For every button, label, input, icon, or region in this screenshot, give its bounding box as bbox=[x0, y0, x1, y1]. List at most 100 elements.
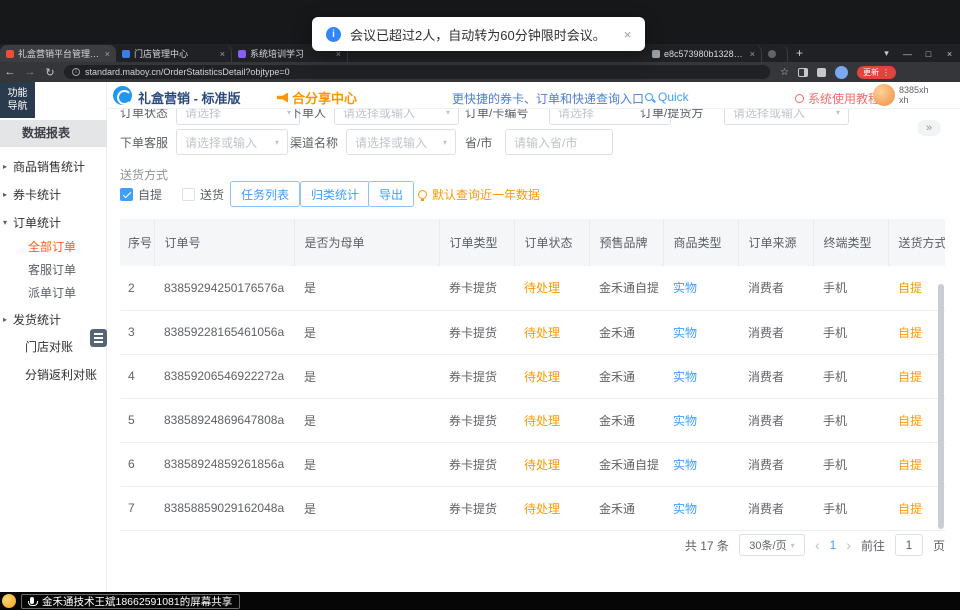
new-tab-button[interactable]: + bbox=[788, 45, 811, 62]
meeting-toast: i 会议已超过2人，自动转为60分钟限时会议。 × bbox=[312, 17, 645, 51]
sidebar-item-dispatch-orders[interactable]: 派单订单 bbox=[0, 282, 107, 305]
back-button[interactable]: ← bbox=[0, 66, 20, 78]
cell-goods-type-link[interactable]: 实物 bbox=[663, 486, 738, 530]
export-button[interactable]: 导出 bbox=[368, 181, 414, 207]
order-status-select[interactable]: 请选择 ▾ bbox=[176, 109, 300, 125]
page-size-select[interactable]: 30条/页 ▾ bbox=[739, 534, 805, 556]
sidebar-item-service-orders[interactable]: 客服订单 bbox=[0, 259, 107, 282]
cell-goods-type-link[interactable]: 实物 bbox=[663, 310, 738, 354]
next-page-button[interactable]: › bbox=[846, 537, 851, 553]
reload-button[interactable]: ↻ bbox=[40, 66, 60, 79]
table-row[interactable]: 2 83859294250176576a 是 券卡提货 待处理 金禾通自提 实物… bbox=[120, 266, 945, 310]
cell-index: 3 bbox=[120, 310, 154, 354]
tutorial-link[interactable]: 系统使用教程 bbox=[795, 90, 880, 107]
extensions-icon[interactable] bbox=[817, 68, 826, 77]
query-tip: 默认查询近一年数据 bbox=[418, 181, 540, 207]
quick-entry-text[interactable]: 更快捷的券卡、订单和快递查询入口 bbox=[452, 90, 644, 107]
cell-goods-type-link[interactable]: 实物 bbox=[663, 442, 738, 486]
sidebar-item-rebate-reconcile[interactable]: 分销返利对账 bbox=[0, 361, 107, 389]
table-row[interactable]: 6 83858924859261856a 是 券卡提货 待处理 金禾通自提 实物… bbox=[120, 442, 945, 486]
channel-name-select[interactable]: 请选择或输入 ▾ bbox=[346, 129, 456, 155]
sidebar-item-all-orders[interactable]: 全部订单 bbox=[0, 236, 107, 259]
prev-page-button[interactable]: ‹ bbox=[815, 537, 820, 553]
quick-search-link[interactable]: Quick bbox=[645, 90, 689, 104]
checkbox-label: 送货 bbox=[200, 186, 224, 203]
cell-brand: 金禾通 bbox=[589, 310, 663, 354]
cell-order-no: 83858859029162048a bbox=[154, 486, 294, 530]
cell-brand: 金禾通自提 bbox=[589, 266, 663, 310]
app-header: 礼盒营销 - 标准版 合分享中心 更快捷的券卡、订单和快递查询入口 Quick … bbox=[107, 82, 960, 109]
window-maximize-button[interactable]: □ bbox=[918, 49, 939, 59]
province-city-input[interactable]: 请输入省/市 bbox=[505, 129, 613, 155]
table-row[interactable]: 7 83858859029162048a 是 券卡提货 待处理 金禾通 实物 消… bbox=[120, 486, 945, 530]
cell-goods-type-link[interactable]: 实物 bbox=[663, 266, 738, 310]
table-row[interactable]: 5 83858924869647808a 是 券卡提货 待处理 金禾通 实物 消… bbox=[120, 398, 945, 442]
browser-update-button[interactable]: 更新 ⋮ bbox=[857, 66, 896, 79]
tab-search-chevron-icon[interactable]: ▾ bbox=[876, 48, 897, 59]
sidebar-item-product-sales[interactable]: ▸ 商品销售统计 bbox=[0, 152, 107, 180]
pickup-party-select[interactable]: 请选择或输入 ▾ bbox=[724, 109, 849, 125]
filter-label: 订单状态 bbox=[120, 109, 176, 121]
goto-page-input[interactable] bbox=[895, 534, 923, 556]
cell-goods-type-link[interactable]: 实物 bbox=[663, 398, 738, 442]
cell-terminal-type: 手机 bbox=[813, 486, 888, 530]
sidebar-item-card-stats[interactable]: ▸ 券卡统计 bbox=[0, 180, 107, 208]
column-header: 序号 bbox=[120, 219, 154, 266]
menu-label: 订单统计 bbox=[13, 214, 61, 231]
task-list-button[interactable]: 任务列表 bbox=[230, 181, 300, 207]
order-agent-select[interactable]: 请选择或输入 ▾ bbox=[176, 129, 288, 155]
side-panel-icon[interactable] bbox=[798, 68, 808, 77]
cell-order-status: 待处理 bbox=[514, 266, 589, 310]
browser-tab-mini[interactable] bbox=[762, 45, 788, 62]
category-stats-button[interactable]: 归类统计 bbox=[300, 181, 370, 207]
sidebar-item-order-stats[interactable]: ▾ 订单统计 bbox=[0, 208, 107, 236]
tab-close-icon[interactable]: × bbox=[220, 49, 225, 59]
window-minimize-button[interactable]: — bbox=[897, 49, 918, 59]
filter-order-agent: 下单客服 请选择或输入 ▾ bbox=[120, 129, 288, 155]
orders-table: 序号 订单号 是否为母单 订单类型 订单状态 预售品牌 商品类型 订单来源 终端… bbox=[120, 219, 945, 531]
browser-profile-avatar[interactable] bbox=[835, 66, 848, 79]
user-avatar[interactable] bbox=[873, 84, 895, 106]
filter-label: 订单/提货方 bbox=[640, 109, 724, 121]
meeting-app-avatar-icon[interactable] bbox=[2, 594, 16, 608]
goto-label: 前往 bbox=[861, 537, 885, 554]
filter-orderer: 下单人 请选择或输入 ▾ bbox=[290, 109, 459, 125]
browser-tab-store-center[interactable]: 门店管理中心 × bbox=[116, 45, 232, 62]
table-header-row: 序号 订单号 是否为母单 订单类型 订单状态 预售品牌 商品类型 订单来源 终端… bbox=[120, 219, 945, 266]
sidebar-collapse-handle[interactable] bbox=[90, 329, 107, 347]
cell-delivery-method: 自提 bbox=[888, 266, 945, 310]
page-info-icon[interactable]: i bbox=[72, 68, 80, 76]
cell-terminal-type: 手机 bbox=[813, 354, 888, 398]
table-scrollbar[interactable] bbox=[938, 284, 944, 529]
user-name[interactable]: 8385xh xh bbox=[899, 85, 929, 105]
pickup-checkbox[interactable]: 自提 bbox=[120, 181, 162, 207]
forward-button[interactable]: → bbox=[20, 66, 40, 78]
column-header: 订单状态 bbox=[514, 219, 589, 266]
cell-delivery-method: 自提 bbox=[888, 310, 945, 354]
cell-order-type: 券卡提货 bbox=[439, 442, 514, 486]
function-nav-tab[interactable]: 功能 导航 bbox=[0, 82, 35, 118]
cell-index: 7 bbox=[120, 486, 154, 530]
table-row[interactable]: 3 83859228165461056a 是 券卡提货 待处理 金禾通 实物 消… bbox=[120, 310, 945, 354]
select-placeholder: 请选择 bbox=[185, 109, 221, 121]
browser-tab-gift-admin[interactable]: 礼盒营销平台管理中心 × bbox=[0, 45, 116, 62]
delivery-checkbox[interactable]: 送货 bbox=[182, 181, 224, 207]
filter-label: 下单客服 bbox=[120, 134, 176, 151]
bookmark-star-icon[interactable]: ☆ bbox=[780, 67, 789, 78]
toast-close-icon[interactable]: × bbox=[624, 27, 632, 42]
main-content: 订单状态 请选择 ▾ 下单人 请选择或输入 ▾ 订单/卡编号 请选择 ▾ 订单/… bbox=[107, 109, 960, 592]
share-center-link[interactable]: 合分享中心 bbox=[277, 88, 357, 107]
tab-close-icon[interactable]: × bbox=[750, 49, 755, 59]
window-close-button[interactable]: × bbox=[939, 49, 960, 59]
cell-goods-type-link[interactable]: 实物 bbox=[663, 354, 738, 398]
orderer-select[interactable]: 请选择或输入 ▾ bbox=[334, 109, 459, 125]
table-row[interactable]: 4 83859206546922272a 是 券卡提货 待处理 金禾通 实物 消… bbox=[120, 354, 945, 398]
current-page[interactable]: 1 bbox=[830, 538, 837, 552]
cell-order-source: 消费者 bbox=[738, 354, 813, 398]
column-header: 送货方式 bbox=[888, 219, 945, 266]
filter-collapse-button[interactable]: » bbox=[917, 120, 941, 136]
browser-tab-hash[interactable]: e8c573980b1328a258fd2e6l × bbox=[646, 45, 762, 62]
address-bar[interactable]: i standard.maboy.cn/OrderStatisticsDetai… bbox=[64, 65, 770, 79]
tab-close-icon[interactable]: × bbox=[105, 49, 110, 59]
input-placeholder: 请输入省/市 bbox=[514, 134, 577, 151]
